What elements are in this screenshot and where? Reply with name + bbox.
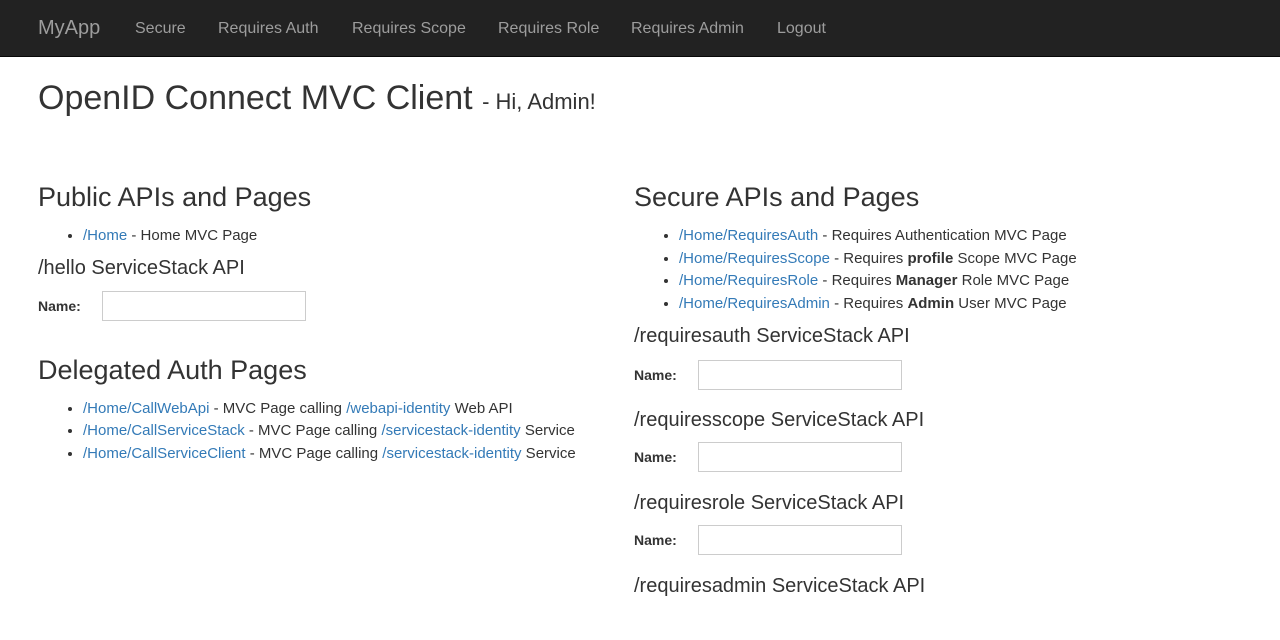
secure-links-list: /Home/RequiresAuth - Requires Authentica…	[679, 225, 1214, 315]
requires-admin-link[interactable]: /Home/RequiresAdmin	[679, 295, 830, 312]
link-text: - MVC Page calling	[244, 422, 382, 439]
link-suffix: Role MVC Page	[957, 272, 1070, 289]
delegated-section-title: Delegated Auth Pages	[38, 354, 307, 385]
top-navbar: MyApp Secure Requires Auth Requires Scop…	[0, 0, 1280, 57]
servicestack-identity-link[interactable]: /servicestack-identity	[381, 422, 520, 439]
nav-requires-auth[interactable]: Requires Auth	[218, 19, 319, 38]
hello-name-label: Name:	[38, 297, 81, 314]
right-column: Secure APIs and Pages /Home/RequiresAuth…	[634, 180, 1214, 598]
requiresauth-name-input[interactable]	[698, 360, 902, 390]
link-text: - Requires	[829, 294, 908, 312]
list-item: /Home/CallWebApi - MVC Page calling /web…	[83, 398, 618, 421]
requiresscope-api-title: /requiresscope ServiceStack API	[634, 409, 925, 431]
left-column: Public APIs and Pages /Home - Home MVC P…	[38, 180, 618, 465]
nav-requires-scope[interactable]: Requires Scope	[352, 19, 466, 38]
public-links-list: /Home - Home MVC Page	[83, 225, 618, 248]
link-text: - Requires	[829, 249, 908, 267]
requiresadmin-api-title: /requiresadmin ServiceStack API	[634, 575, 926, 597]
call-serviceclient-link[interactable]: /Home/CallServiceClient	[83, 445, 246, 462]
link-suffix: Scope MVC Page	[953, 249, 1077, 267]
brand-link[interactable]: MyApp	[38, 16, 100, 40]
link-bold: Admin	[907, 294, 955, 312]
requiresscope-name-input[interactable]	[698, 442, 902, 472]
requiresscope-form-row: Name:	[634, 442, 1214, 472]
list-item: /Home/RequiresRole - Requires Manager Ro…	[679, 270, 1214, 293]
link-suffix: User MVC Page	[954, 294, 1067, 312]
requiresrole-name-label: Name:	[634, 532, 677, 548]
call-webapi-link[interactable]: /Home/CallWebApi	[83, 400, 209, 417]
greeting: - Hi, Admin!	[482, 89, 596, 114]
secure-section-title: Secure APIs and Pages	[634, 182, 920, 212]
requiresauth-form-row: Name:	[634, 360, 1214, 390]
requiresauth-name-label: Name:	[634, 367, 677, 383]
list-item: /Home/CallServiceStack - MVC Page callin…	[83, 420, 618, 443]
nav-logout[interactable]: Logout	[777, 19, 826, 38]
requiresrole-name-input[interactable]	[698, 525, 902, 555]
requiresrole-form-row: Name:	[634, 525, 1214, 555]
nav-secure[interactable]: Secure	[135, 19, 186, 38]
link-suffix: Service	[521, 444, 576, 462]
link-text: - Requires Authentication MVC Page	[818, 227, 1067, 244]
page-title-text: OpenID Connect MVC Client	[38, 79, 473, 117]
link-bold: Manager	[895, 272, 958, 289]
requires-auth-link[interactable]: /Home/RequiresAuth	[679, 227, 818, 244]
link-suffix: Service	[520, 422, 575, 439]
link-text: - MVC Page calling	[245, 444, 383, 462]
servicestack-identity-link[interactable]: /servicestack-identity	[382, 445, 521, 462]
nav-requires-admin[interactable]: Requires Admin	[631, 19, 744, 38]
list-item: /Home - Home MVC Page	[83, 225, 618, 248]
page-title: OpenID Connect MVC Client - Hi, Admin!	[38, 78, 596, 122]
requiresauth-api-title: /requiresauth ServiceStack API	[634, 325, 910, 347]
home-link[interactable]: /Home	[83, 227, 127, 244]
link-text: - MVC Page calling	[209, 399, 347, 417]
requires-role-link[interactable]: /Home/RequiresRole	[679, 272, 818, 289]
list-item: /Home/RequiresScope - Requires profile S…	[679, 248, 1214, 271]
call-servicestack-link[interactable]: /Home/CallServiceStack	[83, 422, 245, 439]
link-bold: profile	[907, 249, 954, 267]
hello-form-row: Name:	[38, 290, 618, 321]
link-description: - Home MVC Page	[127, 227, 258, 244]
link-text: - Requires	[818, 272, 896, 289]
list-item: /Home/CallServiceClient - MVC Page calli…	[83, 443, 618, 466]
requires-scope-link[interactable]: /Home/RequiresScope	[679, 250, 830, 267]
nav-requires-role[interactable]: Requires Role	[498, 19, 599, 38]
list-item: /Home/RequiresAuth - Requires Authentica…	[679, 225, 1214, 248]
delegated-links-list: /Home/CallWebApi - MVC Page calling /web…	[83, 398, 618, 466]
hello-name-input[interactable]	[102, 290, 306, 321]
public-section-title: Public APIs and Pages	[38, 182, 312, 212]
requiresscope-name-label: Name:	[634, 449, 677, 465]
list-item: /Home/RequiresAdmin - Requires Admin Use…	[679, 293, 1214, 316]
webapi-identity-link[interactable]: /webapi-identity	[346, 400, 450, 417]
link-suffix: Web API	[450, 399, 513, 417]
requiresrole-api-title: /requiresrole ServiceStack API	[634, 492, 905, 514]
hello-api-title: /hello ServiceStack API	[38, 256, 245, 279]
